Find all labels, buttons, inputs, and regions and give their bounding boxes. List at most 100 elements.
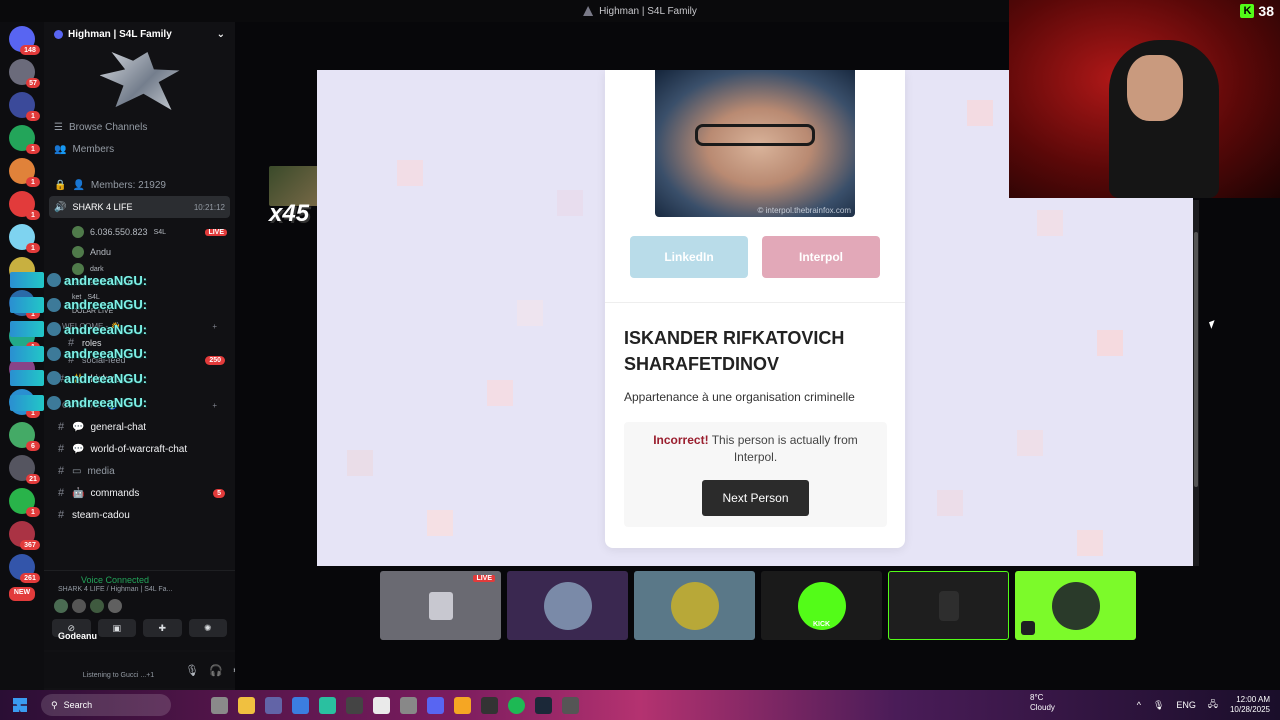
guild-header[interactable]: Highman | S4L Family ⌄	[44, 22, 235, 46]
server-icon[interactable]: 1	[9, 191, 40, 220]
file-explorer-icon[interactable]	[238, 696, 255, 714]
github-icon[interactable]	[481, 696, 498, 714]
badge-icon	[47, 322, 61, 337]
discord-icon[interactable]	[427, 696, 444, 714]
server-icon[interactable]: 1	[9, 488, 40, 517]
avatar	[72, 246, 84, 258]
soundboard-icon[interactable]: ✺	[188, 619, 227, 637]
unread-badge: 261	[20, 573, 40, 583]
background-tile	[517, 300, 543, 326]
members-count: 🔒 👤 Members: 21929	[44, 174, 235, 196]
server-icon[interactable]: 21	[9, 455, 40, 484]
background-tile	[1077, 530, 1103, 556]
avatar	[1051, 581, 1100, 630]
background-tile	[1037, 210, 1063, 236]
channel-commands[interactable]: # 🤖 commands 5	[44, 482, 235, 504]
channel-steam-cadou[interactable]: # steam-cadou	[44, 504, 235, 526]
person-description: Appartenance à une organisation criminel…	[624, 390, 855, 404]
background-tile	[487, 380, 513, 406]
channel-media[interactable]: # ▭ media	[44, 460, 235, 482]
server-icon[interactable]: 367	[9, 521, 40, 550]
badge-icon	[10, 272, 44, 289]
edge-icon[interactable]	[319, 696, 336, 714]
chat-message: andreeaNGU:	[10, 366, 190, 391]
server-icon[interactable]: 1	[9, 92, 40, 121]
browser-icon[interactable]	[292, 696, 309, 714]
browse-channels[interactable]: ☰ Browse Channels	[44, 116, 235, 138]
linkedin-button[interactable]: LinkedIn	[630, 236, 748, 278]
server-icon[interactable]: 261	[9, 554, 40, 583]
server-icon[interactable]: NEW	[9, 587, 35, 601]
background-tile	[427, 510, 453, 536]
emote-count: x45	[269, 200, 310, 227]
server-icon[interactable]: 6	[9, 422, 40, 451]
stream-tile[interactable]	[888, 571, 1009, 640]
unread-badge: 21	[26, 474, 40, 484]
steam-icon[interactable]	[535, 696, 552, 714]
microphone-icon[interactable]: 🎙	[1153, 700, 1164, 711]
stream-tile[interactable]	[634, 571, 755, 640]
spotify-icon[interactable]	[508, 696, 525, 714]
headphones-icon[interactable]: 🎧	[209, 664, 223, 677]
interpol-button[interactable]: Interpol	[762, 236, 880, 278]
language-indicator[interactable]: ENG	[1176, 700, 1196, 710]
viewport-scrollbar[interactable]	[1193, 200, 1199, 566]
channel-wow-chat[interactable]: # 💬 world-of-warcraft-chat	[44, 438, 235, 460]
guild-icon	[54, 29, 63, 39]
stream-tile[interactable]	[507, 571, 628, 640]
windows-taskbar: ⚲ Search 8°C Cloudy ^ 🎙 ENG 🖧 12:00 AM 1…	[0, 690, 1280, 720]
hash-icon: #	[57, 443, 65, 455]
speech-bubble-icon: 💬	[72, 421, 85, 433]
channel-general-chat[interactable]: # 💬 general-chat	[44, 416, 235, 438]
person-name: ISKANDER RIFKATOVICH SHARAFETDINOV	[624, 328, 845, 374]
stream-tile[interactable]: LIVE	[380, 571, 501, 640]
stream-tile[interactable]	[1015, 571, 1136, 640]
glasses-shape	[695, 124, 815, 146]
settings-icon[interactable]	[400, 696, 417, 714]
clock[interactable]: 12:00 AM 10/28/2025	[1230, 695, 1270, 715]
person-icon: 👤	[72, 179, 85, 191]
server-icon[interactable]: 1	[9, 125, 40, 154]
chat-username: andreeaNGU:	[64, 370, 148, 386]
weather-widget[interactable]: 8°C Cloudy	[1012, 693, 1055, 713]
windows-start-icon[interactable]	[13, 698, 27, 712]
next-person-button[interactable]: Next Person	[702, 480, 809, 516]
members-link[interactable]: 👥 Members	[44, 138, 235, 160]
store-icon[interactable]	[373, 696, 390, 714]
muted-icon[interactable]	[1021, 621, 1035, 635]
app-icon[interactable]	[346, 696, 363, 714]
guild-banner	[44, 46, 235, 116]
voice-user-name: Andu	[90, 247, 112, 257]
microphone-icon[interactable]: 🎙	[185, 664, 199, 677]
plus-icon[interactable]: +	[212, 322, 217, 331]
user-status-extra: +1	[146, 671, 155, 679]
search-icon: ⚲	[51, 699, 58, 710]
server-icon[interactable]: 148	[9, 26, 40, 55]
badge-icon	[10, 296, 44, 313]
server-icon[interactable]: 1	[9, 158, 40, 187]
avatar	[670, 581, 719, 630]
stream-tile[interactable]: KICK	[761, 571, 882, 640]
taskbar-search[interactable]: ⚲ Search	[41, 694, 171, 716]
clock-date: 10/28/2025	[1229, 705, 1270, 714]
chevron-down-icon[interactable]: ⌄	[217, 29, 225, 40]
voice-user[interactable]: 6.036.550.823 S4L LIVE	[44, 222, 235, 242]
voice-channel-shark4life[interactable]: 🔊 SHARK 4 LIFE 10:21:12	[49, 196, 230, 218]
server-icon[interactable]: 57	[9, 59, 40, 88]
teams-icon[interactable]	[265, 696, 282, 714]
voice-user-name: 6.036.550.823	[90, 227, 148, 237]
network-icon[interactable]: 🖧	[1208, 697, 1218, 713]
person-photo: © interpol.thebrainfox.com	[655, 70, 855, 217]
rockstar-icon[interactable]	[454, 696, 471, 714]
result-verdict: Incorrect!	[653, 433, 709, 447]
scrollbar-thumb[interactable]	[1194, 232, 1198, 487]
app-icon[interactable]	[562, 696, 579, 714]
voice-user[interactable]: Andu	[44, 242, 235, 262]
plus-icon[interactable]: +	[212, 401, 217, 410]
voice-location[interactable]: SHARK 4 LIFE / Highman | S4L Fa...	[44, 586, 235, 593]
server-icon[interactable]: 1	[9, 224, 40, 253]
task-view-icon[interactable]	[211, 696, 228, 714]
chevron-up-icon[interactable]: ^	[1137, 700, 1141, 710]
avatar	[54, 599, 68, 613]
background-tile	[557, 190, 583, 216]
